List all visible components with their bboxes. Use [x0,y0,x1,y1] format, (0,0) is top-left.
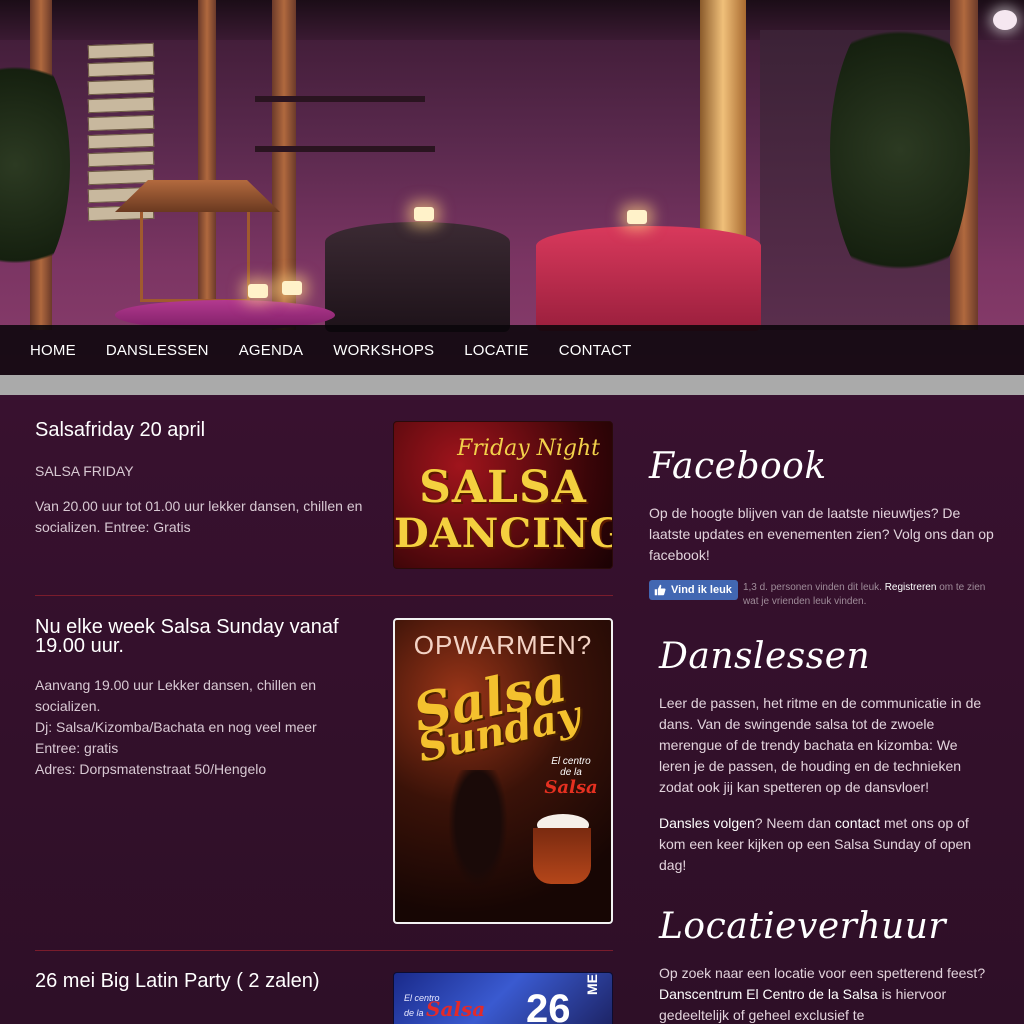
image-text: Friday Night [457,436,600,461]
hero-candle [248,284,268,298]
widget-text-fragment: Op zoek naar een locatie voor een spette… [659,965,986,981]
widget-title: Danslessen [659,636,871,677]
widget-title: Facebook [649,446,827,487]
hero-candle [282,281,302,295]
register-link[interactable]: Registreren [885,582,937,593]
facebook-like-label: Vind ik leuk [671,584,732,596]
nav-contact[interactable]: CONTACT [559,342,632,359]
hero-candle [414,207,434,221]
contact-link[interactable]: contact [835,815,880,831]
hero-plant [0,40,70,290]
image-date-day: 26 [526,987,571,1024]
hero-table-dark [325,222,510,332]
hero-wood-sign [87,168,155,186]
brand-logo: El centro de la Salsa [404,993,485,1019]
hero-wood-sign [87,114,155,132]
locatieverhuur-widget: Locatieverhuur Op zoek naar een locatie … [659,906,989,1024]
widget-text-fragment: ? Neem dan [754,815,832,831]
widget-text: Leer de passen, het ritme en de communic… [659,695,982,795]
hero-shelf [255,146,435,152]
hero-table-red [536,226,761,331]
post-image-26-mei[interactable]: El centro de la Salsa 26 MEI [393,972,613,1024]
widget-title: Locatieverhuur [659,906,947,947]
separator-band [0,375,1024,395]
image-text: SALSA [419,462,587,513]
hero-plant [830,0,970,300]
facebook-widget: Facebook Op de hoogte blijven van de laa… [649,446,994,566]
nav-agenda[interactable]: AGENDA [239,342,304,359]
image-date-month: MEI [584,972,600,995]
post-body: Aanvang 19.00 uur Lekker dansen, chillen… [35,675,335,780]
hero-banner [0,0,1024,375]
post-body: Van 20.00 uur tot 01.00 uur lekker danse… [35,498,363,535]
logo-text: de la [404,1008,424,1018]
hero-wood-sign [87,42,155,60]
post-image-salsa-sunday[interactable]: OPWARMEN? Salsa Sunday El centro de la S… [393,618,613,924]
post-salsafriday: Salsafriday 20 april SALSA FRIDAY Van 20… [35,420,613,571]
facebook-like-button[interactable]: Vind ik leuk [649,580,738,600]
dansles-volgen-link[interactable]: Dansles volgen [659,815,755,831]
post-line: Adres: Dorpsmatenstraat 50/Hengelo [35,761,267,777]
widget-text: Op de hoogte blijven van de laatste nieu… [649,505,994,563]
post-divider [35,950,613,951]
image-text: OPWARMEN? [413,630,593,660]
hero-wood-sign [87,150,155,168]
logo-text: Salsa [426,997,486,1021]
hero-wood-sign [87,60,155,78]
hero-candle [627,210,647,224]
thumbs-up-icon [654,584,666,596]
hero-wood-sign [87,96,155,114]
post-subtitle: SALSA FRIDAY [35,463,134,479]
hero-lantern [115,180,280,212]
hero-wood-sign [87,132,155,150]
nav-danslessen[interactable]: DANSLESSEN [106,342,209,359]
nav-workshops[interactable]: WORKSHOPS [333,342,434,359]
like-count-text: 1,3 d. personen vinden dit leuk. [742,582,882,593]
danscentrum-link[interactable]: Danscentrum El Centro de la Salsa [659,986,878,1002]
logo-text: Salsa [544,777,598,798]
widget-text: Op zoek naar een locatie voor een spette… [659,963,989,1024]
post-salsasunday: Nu elke week Salsa Sunday vanaf 19.00 uu… [35,617,613,928]
hero-light [993,10,1017,30]
post-big-latin-party: 26 mei Big Latin Party ( 2 zalen) El cen… [35,971,613,1024]
post-line: Aanvang 19.00 uur Lekker dansen, chillen… [35,677,316,714]
danslessen-widget: Danslessen Leer de passen, het ritme en … [659,636,989,876]
main-navigation: HOME DANSLESSEN AGENDA WORKSHOPS LOCATIE… [0,325,1024,375]
post-divider [35,595,613,596]
nav-locatie[interactable]: LOCATIE [464,342,528,359]
logo-text: El centro [551,756,591,767]
post-image-friday-night[interactable]: Friday Night SALSA DANCING [393,421,613,569]
hero-shelf [255,96,425,102]
post-line: Entree: gratis [35,740,119,756]
nav-home[interactable]: HOME [30,342,76,359]
brand-logo: El centro de la Salsa [543,756,599,798]
post-line: Dj: Salsa/Kizomba/Bachata en nog veel me… [35,719,317,735]
hero-wood-sign [87,78,155,96]
hot-chocolate-cup [533,828,591,884]
dancing-couple-silhouette [443,770,513,900]
hero-lantern-frame [140,212,250,302]
facebook-like-count: 1,3 d. personen vinden dit leuk. Registr… [743,581,989,609]
post-title-line: 19.00 uur. [35,635,124,657]
facebook-like-box: Vind ik leuk 1,3 d. personen vinden dit … [649,580,989,609]
widget-text: Dansles volgen? Neem dan contact met ons… [659,813,989,876]
image-text: DANCING [394,510,613,557]
